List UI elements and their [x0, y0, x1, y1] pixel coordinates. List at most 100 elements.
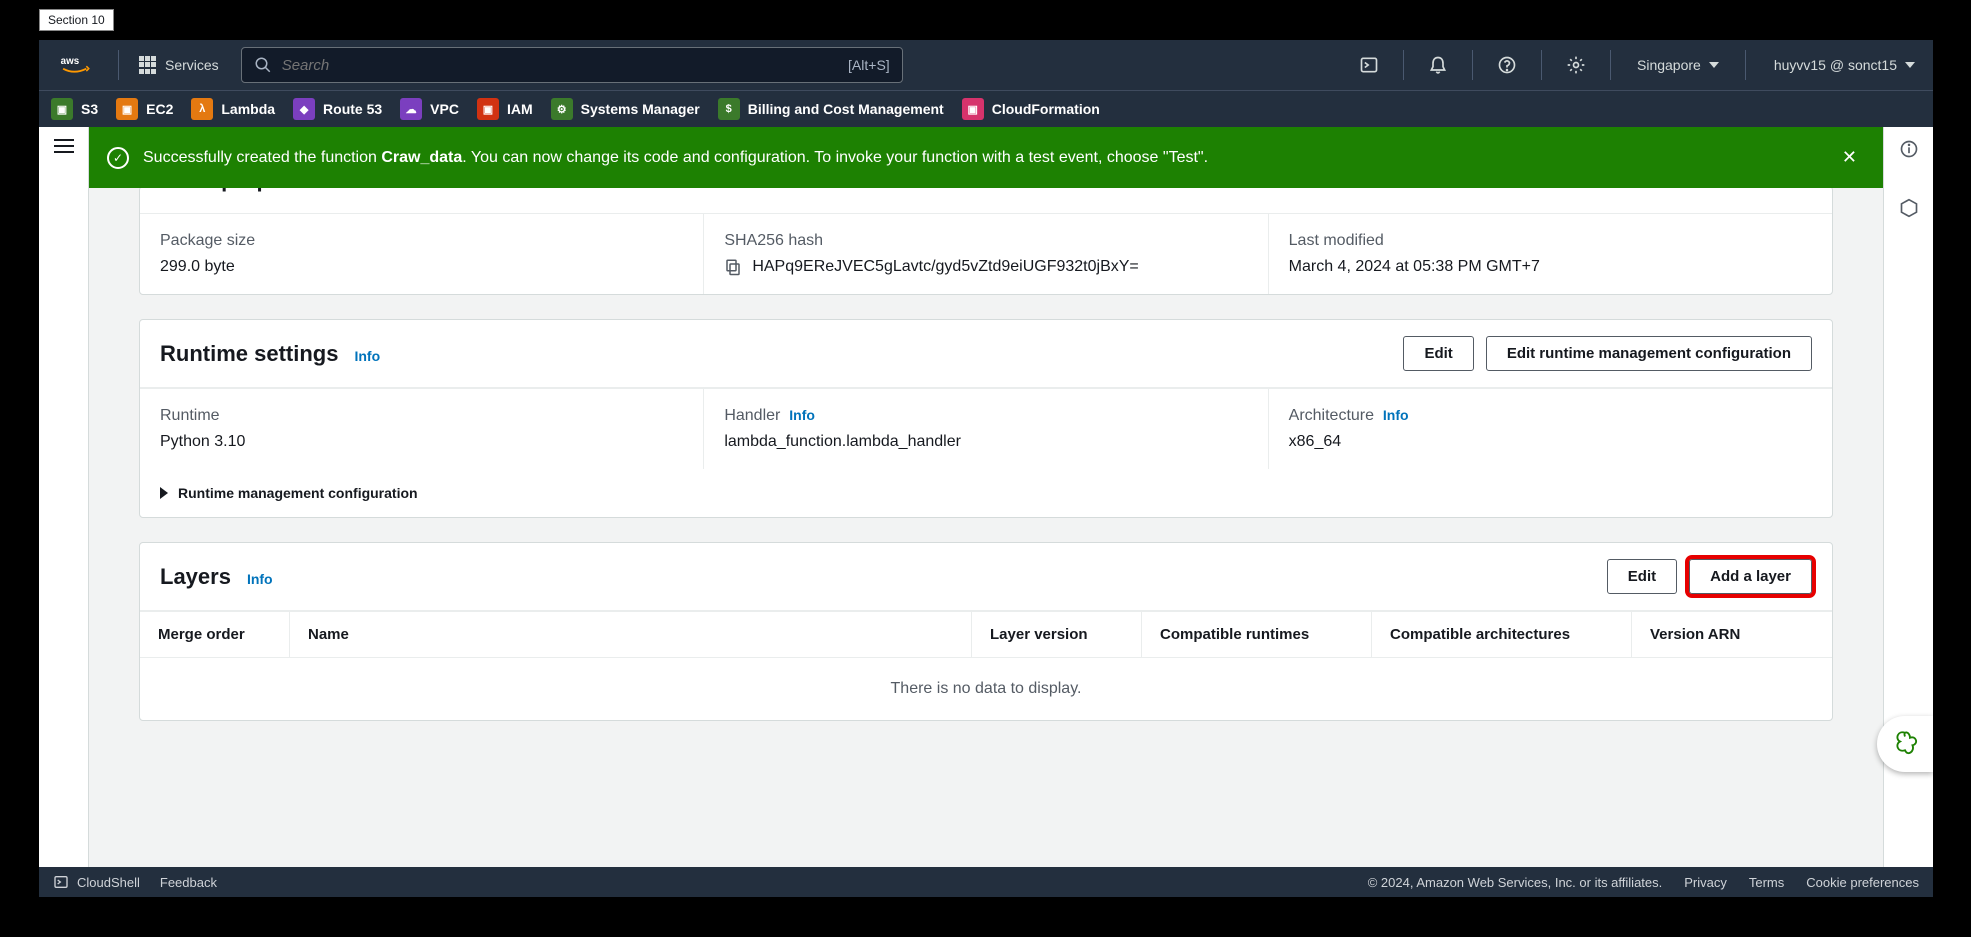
divider: [1403, 50, 1404, 80]
search-input[interactable]: [282, 57, 838, 74]
column-merge-order: Merge order: [140, 612, 290, 657]
info-link[interactable]: Info: [354, 348, 380, 364]
left-gutter: [39, 188, 89, 867]
user-label: huyvv15 @ sonct15: [1774, 57, 1897, 73]
column-architectures: Compatible architectures: [1372, 612, 1632, 657]
shortcut-billing[interactable]: $ Billing and Cost Management: [718, 98, 944, 120]
region-selector[interactable]: Singapore: [1621, 57, 1735, 73]
shortcut-systems-manager[interactable]: ⚙ Systems Manager: [551, 98, 700, 120]
field-label: Last modified: [1289, 232, 1812, 250]
lambda-icon: λ: [191, 98, 213, 120]
panel-title: Code properties: [160, 188, 329, 193]
footer-bar: CloudShell Feedback © 2024, Amazon Web S…: [39, 867, 1933, 897]
layers-panel: Layers Info Edit Add a layer Merge order…: [139, 542, 1833, 721]
shortcut-s3[interactable]: ▣ S3: [51, 98, 98, 120]
grid-icon: [139, 56, 157, 74]
success-banner: ✓ Successfully created the function Craw…: [89, 127, 1883, 188]
shortcut-label: Lambda: [221, 101, 275, 117]
shortcut-label: Route 53: [323, 101, 382, 117]
field-value: x86_64: [1289, 433, 1812, 451]
shortcut-label: VPC: [430, 101, 459, 117]
caret-right-icon: [160, 487, 168, 499]
vpc-icon: ☁: [400, 98, 422, 120]
divider: [118, 50, 119, 80]
region-label: Singapore: [1637, 57, 1701, 73]
ec2-icon: ▣: [116, 98, 138, 120]
app-frame: aws Services [Alt+S]: [39, 40, 1933, 897]
sm-icon: ⚙: [551, 98, 573, 120]
shortcut-route53[interactable]: ◆ Route 53: [293, 98, 382, 120]
divider: [1472, 50, 1473, 80]
route53-icon: ◆: [293, 98, 315, 120]
hexagon-icon[interactable]: [1899, 198, 1919, 218]
info-link[interactable]: Info: [789, 407, 815, 423]
info-link[interactable]: Info: [345, 188, 371, 190]
cookie-link[interactable]: Cookie preferences: [1806, 875, 1919, 890]
sidebar-toggle[interactable]: [39, 127, 89, 188]
copy-icon[interactable]: [724, 258, 742, 276]
floating-assist-button[interactable]: [1877, 716, 1933, 772]
shortcut-label: S3: [81, 101, 98, 117]
info-link[interactable]: Info: [247, 571, 273, 587]
sha256-field: SHA256 hash HAPq9EReJVEC5gLavtc/gyd5vZtd…: [704, 214, 1268, 294]
account-menu[interactable]: huyvv15 @ sonct15: [1756, 57, 1933, 73]
workspace: Code properties Info Package size 299.0 …: [39, 188, 1933, 867]
settings-button[interactable]: [1552, 40, 1600, 90]
field-label: Runtime: [160, 407, 683, 425]
privacy-link[interactable]: Privacy: [1684, 875, 1727, 890]
panel-title: Runtime settings: [160, 341, 338, 367]
shortcut-label: Billing and Cost Management: [748, 101, 944, 117]
notifications-button[interactable]: [1414, 40, 1462, 90]
shortcut-cloudformation[interactable]: ▣CloudFormation: [962, 98, 1100, 120]
runtime-mgmt-expand[interactable]: Runtime management configuration: [140, 469, 1832, 517]
code-properties-panel: Code properties Info Package size 299.0 …: [139, 188, 1833, 295]
s3-icon: ▣: [51, 98, 73, 120]
column-arn: Version ARN: [1632, 612, 1832, 657]
check-circle-icon: ✓: [107, 147, 129, 169]
feedback-link[interactable]: Feedback: [160, 875, 217, 890]
runtime-header: Runtime settings Info Edit Edit runtime …: [140, 320, 1832, 388]
code-properties-header: Code properties Info: [140, 188, 1832, 213]
field-label: SHA256 hash: [724, 232, 1247, 250]
hamburger-icon: [54, 139, 74, 153]
field-value: HAPq9EReJVEC5gLavtc/gyd5vZtd9eiUGF932t0j…: [752, 258, 1138, 276]
iam-icon: ▣: [477, 98, 499, 120]
services-menu-button[interactable]: Services: [129, 50, 229, 80]
field-value: March 4, 2024 at 05:38 PM GMT+7: [1289, 258, 1812, 276]
global-search[interactable]: [Alt+S]: [241, 47, 903, 83]
shortcut-ec2[interactable]: ▣EC2: [116, 98, 173, 120]
terms-link[interactable]: Terms: [1749, 875, 1784, 890]
edit-runtime-button[interactable]: Edit: [1403, 336, 1473, 371]
field-label: Package size: [160, 232, 683, 250]
column-version: Layer version: [972, 612, 1142, 657]
field-value: lambda_function.lambda_handler: [724, 433, 1247, 451]
add-layer-button[interactable]: Add a layer: [1689, 559, 1812, 594]
info-link[interactable]: Info: [1383, 407, 1409, 423]
shortcut-label: Systems Manager: [581, 101, 700, 117]
runtime-settings-panel: Runtime settings Info Edit Edit runtime …: [139, 319, 1833, 518]
aws-topnav: aws Services [Alt+S]: [39, 40, 1933, 90]
service-shortcuts-bar: ▣ S3 ▣EC2 λ Lambda ◆ Route 53 ☁ VPC ▣IAM ⚙ Sy…: [39, 90, 1933, 127]
handler-field: Handler Info lambda_function.lambda_hand…: [704, 389, 1268, 469]
shortcut-iam[interactable]: ▣IAM: [477, 98, 533, 120]
aws-logo[interactable]: aws: [50, 54, 108, 76]
cloudshell-link[interactable]: CloudShell: [53, 874, 140, 890]
banner-close-button[interactable]: ✕: [1834, 141, 1865, 174]
search-shortcut: [Alt+S]: [848, 57, 890, 73]
shortcut-vpc[interactable]: ☁ VPC: [400, 98, 459, 120]
billing-icon: $: [718, 98, 740, 120]
layers-header: Layers Info Edit Add a layer: [140, 543, 1832, 611]
shortcut-lambda[interactable]: λ Lambda: [191, 98, 275, 120]
divider: [1745, 50, 1746, 80]
divider: [1541, 50, 1542, 80]
banner-text: Successfully created the function Craw_d…: [143, 149, 1208, 167]
banner-prefix: Successfully created the function: [143, 149, 381, 166]
layers-table-header: Merge order Name Layer version Compatibl…: [140, 611, 1832, 658]
cloudshell-label: CloudShell: [77, 875, 140, 890]
edit-runtime-mgmt-button[interactable]: Edit runtime management configuration: [1486, 336, 1812, 371]
chevron-down-icon: [1905, 62, 1915, 68]
cloudshell-icon-button[interactable]: [1345, 40, 1393, 90]
info-icon[interactable]: [1899, 139, 1919, 159]
edit-layers-button[interactable]: Edit: [1607, 559, 1677, 594]
help-button[interactable]: [1483, 40, 1531, 90]
